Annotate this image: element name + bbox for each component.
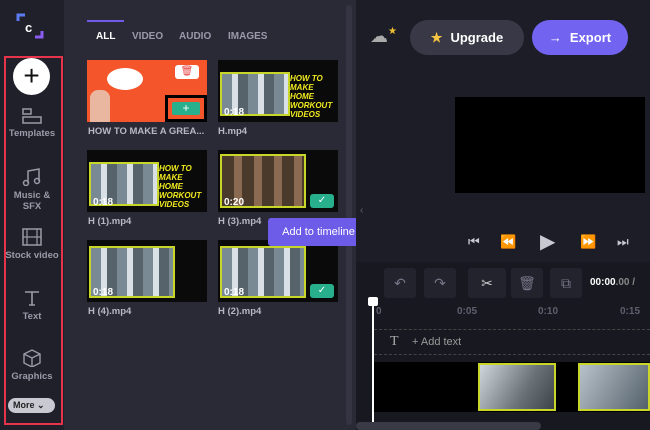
video-clip[interactable]: [478, 363, 556, 411]
media-item-name: H (1).mp4: [88, 216, 132, 227]
add-to-timeline-button[interactable]: +: [172, 102, 200, 115]
media-item-name: H (2).mp4: [218, 306, 262, 317]
playhead[interactable]: [372, 297, 374, 430]
timecode: 00:00.00 /: [590, 277, 636, 288]
thought-bubble: [107, 68, 143, 90]
delete-button[interactable]: 🗑: [511, 268, 543, 298]
media-item-name: HOW TO MAKE A GREA...: [88, 126, 205, 137]
rewind-icon[interactable]: ⏪: [500, 234, 516, 250]
media-item-name: H (4).mp4: [88, 306, 132, 317]
tab-images[interactable]: IMAGES: [228, 31, 267, 42]
export-button[interactable]: → Export: [532, 20, 628, 55]
highlight-box: [4, 56, 63, 425]
media-item-name: H.mp4: [218, 126, 248, 137]
media-item[interactable]: 🗑 +: [87, 60, 207, 122]
play-icon[interactable]: ▶: [540, 229, 555, 254]
skip-back-icon[interactable]: ⏮: [468, 234, 480, 250]
media-item[interactable]: 0:20 ✓: [218, 150, 338, 212]
tab-video[interactable]: VIDEO: [132, 31, 163, 42]
text-track[interactable]: T + Add text: [374, 329, 650, 355]
tooltip: Add to timeline: [268, 218, 369, 246]
cartoon-character: [90, 90, 110, 122]
cloud-off-icon[interactable]: ☁★: [370, 26, 397, 47]
text-icon: T: [390, 334, 399, 349]
media-item[interactable]: HOW TO MAKE HOME WORKOUT VIDEOS 0:18: [218, 60, 338, 122]
clipchamp-logo: c: [16, 13, 44, 39]
playhead-handle[interactable]: [368, 297, 378, 306]
skip-forward-icon[interactable]: ⏭: [617, 234, 629, 250]
delete-icon[interactable]: 🗑: [175, 65, 199, 79]
split-button[interactable]: ✂: [468, 268, 506, 298]
undo-button[interactable]: ↶: [384, 268, 416, 298]
ruler-tick: 0:15: [620, 306, 641, 317]
ruler-tick: 0:10: [538, 306, 559, 317]
svg-text:c: c: [25, 20, 32, 35]
media-item-name: H (3).mp4: [218, 216, 262, 227]
upgrade-button[interactable]: ★ Upgrade: [410, 20, 524, 55]
video-track[interactable]: [374, 362, 650, 412]
video-preview: [455, 97, 645, 193]
editor-panel: ☁★ ★ Upgrade → Export ‹ ⏮ ⏪ ▶ ⏩ ⏭ ↶ ↷ ✂ 🗑 …: [356, 0, 650, 430]
media-item[interactable]: 0:18 ✓: [218, 240, 338, 302]
collapse-panel-icon[interactable]: ‹: [360, 205, 363, 216]
add-text-button[interactable]: + Add text: [412, 336, 461, 348]
tab-audio[interactable]: AUDIO: [179, 31, 211, 42]
star-icon: ★: [430, 29, 443, 45]
duplicate-button[interactable]: ⧉: [550, 268, 582, 298]
redo-button[interactable]: ↷: [424, 268, 456, 298]
media-item[interactable]: HOW TO MAKE HOME WORKOUT VIDEOS 0:18: [87, 150, 207, 212]
fast-forward-icon[interactable]: ⏩: [580, 234, 596, 250]
check-icon: ✓: [310, 284, 334, 298]
media-item[interactable]: 0:18: [87, 240, 207, 302]
ruler-tick: 0:05: [457, 306, 478, 317]
media-panel: ALL VIDEO AUDIO IMAGES 🗑 + HOW TO MAKE A…: [64, 0, 356, 430]
media-scrollbar[interactable]: [346, 5, 352, 425]
ruler-tick: 0: [376, 306, 382, 317]
check-icon: ✓: [310, 194, 334, 208]
tab-all[interactable]: ALL: [96, 31, 115, 42]
arrow-right-icon: →: [548, 30, 562, 45]
video-clip[interactable]: [578, 363, 650, 411]
active-tab-indicator: [87, 20, 124, 22]
timeline-scrollbar[interactable]: [356, 422, 541, 430]
